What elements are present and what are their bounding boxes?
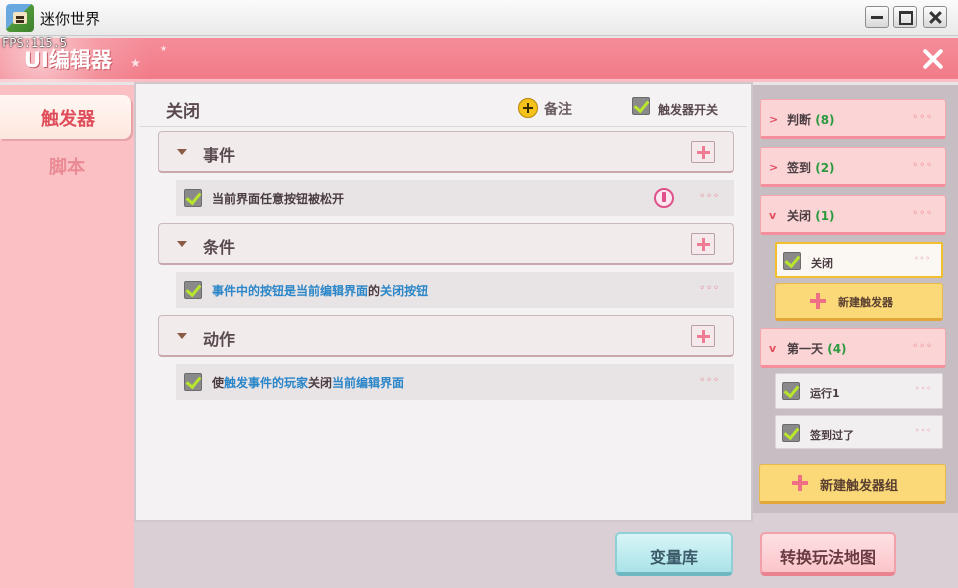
checkbox-checked-icon[interactable] — [782, 382, 800, 400]
condition-item[interactable]: 事件中的按钮是当前编辑界面的关闭按钮 ◦◦◦ — [176, 272, 734, 308]
more-icon[interactable]: ◦◦◦ — [912, 160, 933, 171]
trigger-item[interactable]: 签到过了 ◦◦◦ — [775, 415, 943, 449]
trigger-group[interactable]: v 第一天 (4) ◦◦◦ — [760, 328, 946, 368]
plus-icon — [792, 475, 808, 491]
app-title: 迷你世界 — [40, 10, 101, 28]
trigger-label: 签到过了 — [810, 429, 854, 442]
add-event-button[interactable] — [691, 141, 715, 163]
section-event[interactable]: 事件 — [158, 131, 734, 173]
trigger-group[interactable]: v 关闭 (1) ◦◦◦ — [760, 195, 946, 235]
add-condition-button[interactable] — [691, 233, 715, 255]
section-title: 动作 — [203, 330, 236, 349]
trigger-switch-label: 触发器开关 — [658, 103, 719, 117]
section-action[interactable]: 动作 — [158, 315, 734, 357]
chevron-down-icon: v — [769, 209, 777, 222]
checkbox-checked-icon[interactable] — [184, 189, 202, 207]
collapse-triangle-icon[interactable] — [177, 333, 187, 339]
tab-scripts[interactable]: 脚本 — [0, 143, 134, 187]
more-icon[interactable]: ◦◦◦ — [912, 341, 933, 352]
new-trigger-label: 新建触发器 — [838, 296, 893, 309]
add-note-button[interactable]: 备注 — [518, 98, 598, 120]
checkbox-checked-icon[interactable] — [782, 424, 800, 442]
tab-label: 脚本 — [49, 157, 85, 178]
close-icon[interactable] — [920, 46, 946, 72]
more-icon[interactable]: ◦◦◦ — [912, 112, 933, 123]
add-circle-icon — [518, 98, 538, 118]
action-item[interactable]: 使触发事件的玩家关闭当前编辑界面 ◦◦◦ — [176, 364, 734, 400]
window-close-button[interactable] — [923, 6, 947, 28]
condition-text: 事件中的按钮是当前编辑界面的关闭按钮 — [212, 284, 429, 298]
section-title: 事件 — [203, 146, 236, 165]
more-icon[interactable]: ◦◦◦ — [699, 375, 720, 386]
trigger-group[interactable]: > 判断 (8) ◦◦◦ — [760, 99, 946, 139]
star-icon: ★ — [130, 56, 141, 70]
checkbox-checked-icon[interactable] — [184, 373, 202, 391]
section-condition[interactable]: 条件 — [158, 223, 734, 265]
group-label: 关闭 (1) — [787, 209, 835, 223]
star-icon: ★ — [160, 44, 168, 53]
trigger-group[interactable]: > 签到 (2) ◦◦◦ — [760, 147, 946, 187]
group-label: 签到 (2) — [787, 161, 835, 175]
more-icon[interactable]: ◦◦◦ — [699, 191, 720, 202]
trigger-switch[interactable]: 触发器开关 — [632, 97, 742, 119]
trigger-item[interactable]: 关闭 ◦◦◦ — [775, 242, 943, 278]
divider — [140, 126, 747, 127]
trigger-label: 关闭 — [811, 257, 833, 270]
trigger-list-panel: > 判断 (8) ◦◦◦ > 签到 (2) ◦◦◦ v 关闭 (1) ◦◦◦ 关… — [753, 85, 958, 513]
app-icon — [6, 4, 34, 32]
switch-map-button[interactable]: 转换玩法地图 — [760, 532, 896, 576]
trigger-editor: 关闭 备注 触发器开关 事件 当前界面任意按钮被松开 ◦◦◦ 条件 事件中的按钮… — [134, 82, 753, 522]
new-trigger-button[interactable]: 新建触发器 — [775, 283, 943, 321]
more-icon[interactable]: ◦◦◦ — [915, 384, 932, 393]
trigger-title: 关闭 — [166, 102, 200, 122]
editor-header: ★ ★ UI编辑器 — [0, 38, 958, 82]
fps-counter: FPS:115.5 — [2, 36, 68, 50]
sidebar: 触发器 脚本 — [0, 85, 134, 588]
event-text: 当前界面任意按钮被松开 — [212, 192, 345, 206]
maximize-button[interactable] — [893, 6, 917, 28]
group-label: 第一天 (4) — [787, 342, 847, 356]
tab-triggers[interactable]: 触发器 — [0, 95, 131, 139]
trigger-header: 关闭 备注 触发器开关 — [136, 84, 751, 128]
note-label: 备注 — [544, 102, 572, 118]
collapse-triangle-icon[interactable] — [177, 241, 187, 247]
trigger-item[interactable]: 运行1 ◦◦◦ — [775, 373, 943, 409]
warning-icon[interactable] — [654, 188, 674, 208]
action-text: 使触发事件的玩家关闭当前编辑界面 — [212, 376, 405, 390]
chevron-right-icon: > — [769, 113, 779, 126]
group-label: 判断 (8) — [787, 113, 835, 127]
checkbox-checked-icon[interactable] — [783, 252, 801, 270]
trigger-label: 运行1 — [810, 387, 840, 400]
checkbox-checked-icon[interactable] — [184, 281, 202, 299]
variable-library-button[interactable]: 变量库 — [615, 532, 733, 576]
plus-icon — [810, 293, 826, 309]
new-group-label: 新建触发器组 — [820, 479, 899, 494]
event-item[interactable]: 当前界面任意按钮被松开 ◦◦◦ — [176, 180, 734, 216]
checkbox-checked-icon[interactable] — [632, 97, 650, 115]
new-trigger-group-button[interactable]: 新建触发器组 — [759, 464, 946, 504]
add-action-button[interactable] — [691, 325, 715, 347]
window-titlebar: 迷你世界 — [0, 0, 958, 36]
more-icon[interactable]: ◦◦◦ — [915, 426, 932, 435]
tab-label: 触发器 — [41, 109, 95, 130]
more-icon[interactable]: ◦◦◦ — [912, 208, 933, 219]
chevron-right-icon: > — [769, 161, 779, 174]
section-title: 条件 — [203, 238, 236, 257]
more-icon[interactable]: ◦◦◦ — [914, 254, 931, 263]
chevron-down-icon: v — [769, 342, 777, 355]
more-icon[interactable]: ◦◦◦ — [699, 283, 720, 294]
collapse-triangle-icon[interactable] — [177, 149, 187, 155]
minimize-button[interactable] — [865, 6, 889, 28]
